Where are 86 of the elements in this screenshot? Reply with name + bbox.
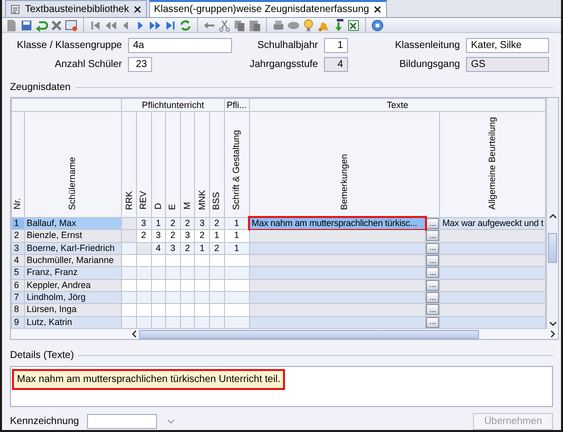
details-text: Max nahm am muttersprachlichen türkischen Unterricht teil.	[13, 370, 284, 389]
undo-icon[interactable]	[35, 18, 48, 32]
field-label: Jahrgangsstufe	[248, 58, 318, 72]
section-title: Zeugnisdaten	[10, 81, 71, 95]
input-field[interactable]: 4a	[128, 38, 232, 53]
save-icon[interactable]	[20, 18, 33, 32]
table-cell[interactable]: Lutz, Katrin	[24, 316, 122, 328]
column-group-header: Pflichtunterricht	[122, 98, 224, 112]
column-header: BSS	[211, 192, 222, 210]
field-label: Schulhalbjahr	[256, 39, 318, 53]
form-icon[interactable]	[65, 18, 78, 32]
copy-icon[interactable]	[233, 18, 246, 32]
delete-icon[interactable]	[50, 18, 63, 32]
tab[interactable]: Textbausteinebibliothek	[5, 0, 147, 17]
scroll-up-icon[interactable]	[548, 211, 558, 221]
ellipsis-button[interactable]: ...	[426, 230, 439, 242]
column-group-header: Pfli...	[224, 98, 250, 112]
lightbulb-icon[interactable]	[302, 18, 315, 32]
row-number: 6	[12, 279, 24, 292]
document-icon	[10, 4, 21, 14]
field-label: Klasse / Klassengruppe	[16, 39, 122, 53]
table-cell[interactable]: Bienzle, Ernst	[24, 230, 122, 242]
field-label: Anzahl Schüler	[54, 58, 122, 72]
table-cell[interactable]: Max war aufgeweckt und t	[440, 217, 546, 230]
ellipsis-button[interactable]: ...	[426, 304, 439, 316]
row-number: 9	[12, 316, 24, 328]
refresh-icon[interactable]	[179, 18, 192, 32]
input-field: 4	[324, 57, 348, 72]
scrollbar-thumb[interactable]	[139, 330, 479, 338]
ellipsis-button[interactable]: ...	[426, 268, 439, 278]
column-header: MNK	[196, 190, 208, 210]
row-number: 4	[12, 254, 24, 267]
table-cell[interactable]: Lindholm, Jörg	[24, 291, 122, 304]
row-number: 2	[12, 230, 24, 242]
row-number: 8	[12, 304, 24, 316]
column-header: REV	[138, 191, 150, 210]
table-cell[interactable]: Lürsen, Inga	[24, 304, 122, 316]
ellipsis-button[interactable]: ...	[426, 255, 439, 266]
field-label: Kennzeichnung	[10, 415, 79, 429]
ellipsis-button[interactable]: ...	[426, 292, 439, 303]
scrollbar-thumb[interactable]	[548, 233, 558, 263]
ellipsis-button[interactable]: ...	[426, 243, 439, 254]
table-cell[interactable]: Max nahm am muttersprachlichen türkisc...	[249, 217, 426, 230]
scroll-down-icon[interactable]	[548, 319, 558, 329]
spreadsheet-icon[interactable]	[347, 18, 360, 32]
column-header: Schrift & Gestaltung	[231, 130, 242, 210]
column-header: Nr.	[12, 198, 24, 210]
field-label: Bildungsgang	[398, 58, 460, 72]
text-area[interactable]: Max nahm am muttersprachlichen türkischen Unterricht teil.	[10, 366, 553, 407]
row-number: 1	[12, 217, 24, 230]
scissors-icon[interactable]	[218, 18, 231, 32]
table-cell[interactable]: Franz, Franz	[24, 266, 122, 280]
ellipsis-button[interactable]: ...	[426, 218, 439, 229]
close-icon[interactable]	[132, 4, 142, 14]
table-cell[interactable]: Boerne, Karl-Friedrich	[24, 242, 122, 254]
close-icon[interactable]	[373, 5, 382, 14]
first-icon[interactable]	[89, 18, 102, 32]
input-field[interactable]: Kater, Silke	[466, 38, 549, 53]
input-field: GS	[466, 57, 549, 72]
printer-icon[interactable]	[272, 18, 285, 32]
last-icon[interactable]	[164, 18, 177, 32]
column-header: E	[167, 204, 178, 210]
dropdown-field[interactable]	[86, 414, 157, 429]
input-field[interactable]: 23	[128, 57, 152, 72]
row-number: 7	[12, 291, 24, 304]
input-field[interactable]: 1	[324, 38, 348, 53]
column-header: RRK	[124, 190, 135, 210]
tab[interactable]: Klassen(-gruppen)weise Zeugnisdatenerfassung	[148, 0, 388, 17]
section-title: Details (Texte)	[10, 349, 74, 363]
scroll-right-icon[interactable]	[548, 329, 558, 339]
row-number: 3	[12, 242, 24, 254]
column-header: Allgemeine Beurteilung	[487, 117, 498, 210]
column-header: D	[152, 203, 164, 210]
ellipsis-button[interactable]: ...	[426, 317, 439, 328]
table-cell[interactable]: Ballauf, Max	[24, 217, 122, 230]
column-group-header: Texte	[249, 98, 546, 112]
field-label: Klassenleitung	[394, 39, 460, 53]
column-header: M	[182, 202, 194, 210]
column-header: Bemerkungen	[338, 154, 350, 210]
scroll-left-icon[interactable]	[129, 329, 139, 339]
table-cell[interactable]: Keppler, Andrea	[24, 279, 122, 292]
paste-icon[interactable]	[248, 18, 261, 32]
column-header: Schülername	[67, 156, 78, 210]
table-cell[interactable]: Buchmüller, Marianne	[24, 254, 122, 267]
ellipsis-button[interactable]: ...	[426, 280, 439, 290]
row-number: 5	[12, 266, 24, 280]
